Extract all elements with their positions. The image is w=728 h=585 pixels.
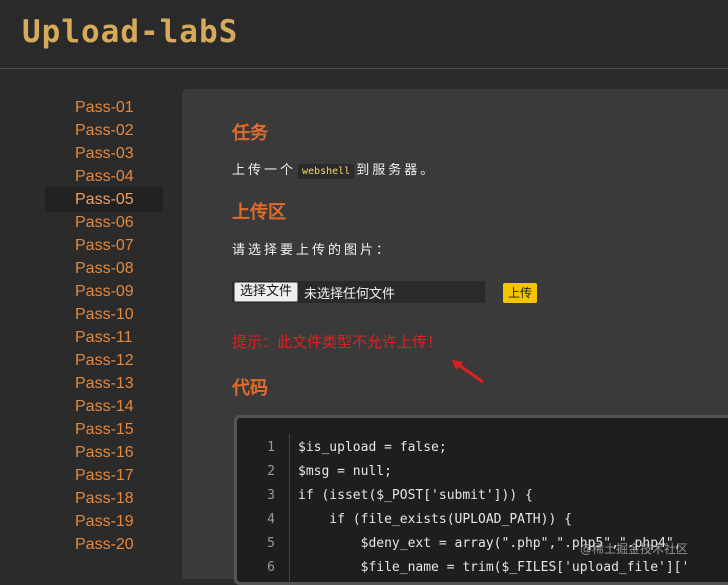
sidebar-item-pass-10[interactable]: Pass-10 <box>45 302 163 327</box>
watermark-text: @稀土掘金技术社区 <box>580 542 689 556</box>
sidebar-item-pass-19[interactable]: Pass-19 <box>45 509 163 534</box>
upload-prompt: 请选择要上传的图片： <box>232 243 393 258</box>
header-bar: Upload-labS <box>0 0 728 69</box>
sidebar-item-pass-04[interactable]: Pass-04 <box>45 164 163 189</box>
code-line: $file_name = trim($_FILES['upload_file']… <box>298 560 690 575</box>
task-text-after: 到服务器。 <box>356 163 437 178</box>
code-line: if (isset($_POST['submit'])) { <box>298 488 533 503</box>
line-number: 1 <box>267 440 275 455</box>
upload-button[interactable]: 上传 <box>503 283 537 303</box>
sidebar-item-pass-20[interactable]: Pass-20 <box>45 532 163 557</box>
site-logo[interactable]: Upload-labS <box>22 14 238 50</box>
task-heading: 任务 <box>232 123 268 144</box>
line-number: 5 <box>267 536 275 551</box>
task-code: webshell <box>298 164 355 179</box>
task-text-before: 上传一个 <box>232 163 297 178</box>
code-heading: 代码 <box>232 378 268 399</box>
sidebar-item-pass-16[interactable]: Pass-16 <box>45 440 163 465</box>
code-line: $msg = null; <box>298 464 392 479</box>
sidebar-item-pass-05[interactable]: Pass-05 <box>45 187 163 212</box>
sidebar-item-pass-09[interactable]: Pass-09 <box>45 279 163 304</box>
line-number: 6 <box>267 560 275 575</box>
upload-heading: 上传区 <box>232 202 286 223</box>
sidebar-item-pass-15[interactable]: Pass-15 <box>45 417 163 442</box>
sidebar-item-pass-03[interactable]: Pass-03 <box>45 141 163 166</box>
sidebar-item-pass-08[interactable]: Pass-08 <box>45 256 163 281</box>
file-status-text: 未选择任何文件 <box>304 287 396 302</box>
line-number: 4 <box>267 512 275 527</box>
sidebar-item-pass-01[interactable]: Pass-01 <box>45 95 163 120</box>
sidebar-item-pass-07[interactable]: Pass-07 <box>45 233 163 258</box>
sidebar-item-pass-14[interactable]: Pass-14 <box>45 394 163 419</box>
sidebar: Pass-01 Pass-02 Pass-03 Pass-04 Pass-05 Pass-… <box>0 69 180 565</box>
sidebar-item-pass-11[interactable]: Pass-11 <box>45 325 163 350</box>
choose-file-button[interactable]: 选择文件 <box>234 282 299 302</box>
task-description: 上传一个 webshell 到服务器。 <box>232 159 436 179</box>
sidebar-item-pass-18[interactable]: Pass-18 <box>45 486 163 511</box>
sidebar-item-pass-13[interactable]: Pass-13 <box>45 371 163 396</box>
sidebar-item-pass-02[interactable]: Pass-02 <box>45 118 163 143</box>
upload-hint: 提示：此文件类型不允许上传！ <box>232 333 443 351</box>
code-line: $is_upload = false; <box>298 440 447 455</box>
code-gutter-divider <box>289 434 290 584</box>
code-block: 1 2 3 4 5 6 $is_upload = false; $msg = n… <box>234 415 728 585</box>
code-line: if (file_exists(UPLOAD_PATH)) { <box>298 512 572 527</box>
line-number: 3 <box>267 488 275 503</box>
sidebar-item-pass-12[interactable]: Pass-12 <box>45 348 163 373</box>
sidebar-item-pass-06[interactable]: Pass-06 <box>45 210 163 235</box>
red-arrow-icon <box>452 360 484 384</box>
sidebar-item-pass-17[interactable]: Pass-17 <box>45 463 163 488</box>
main-content: 任务 上传一个 webshell 到服务器。 上传区 请选择要上传的图片： 选择文件… <box>182 89 728 585</box>
file-input[interactable]: 选择文件 未选择任何文件 <box>232 281 485 303</box>
line-number: 2 <box>267 464 275 479</box>
